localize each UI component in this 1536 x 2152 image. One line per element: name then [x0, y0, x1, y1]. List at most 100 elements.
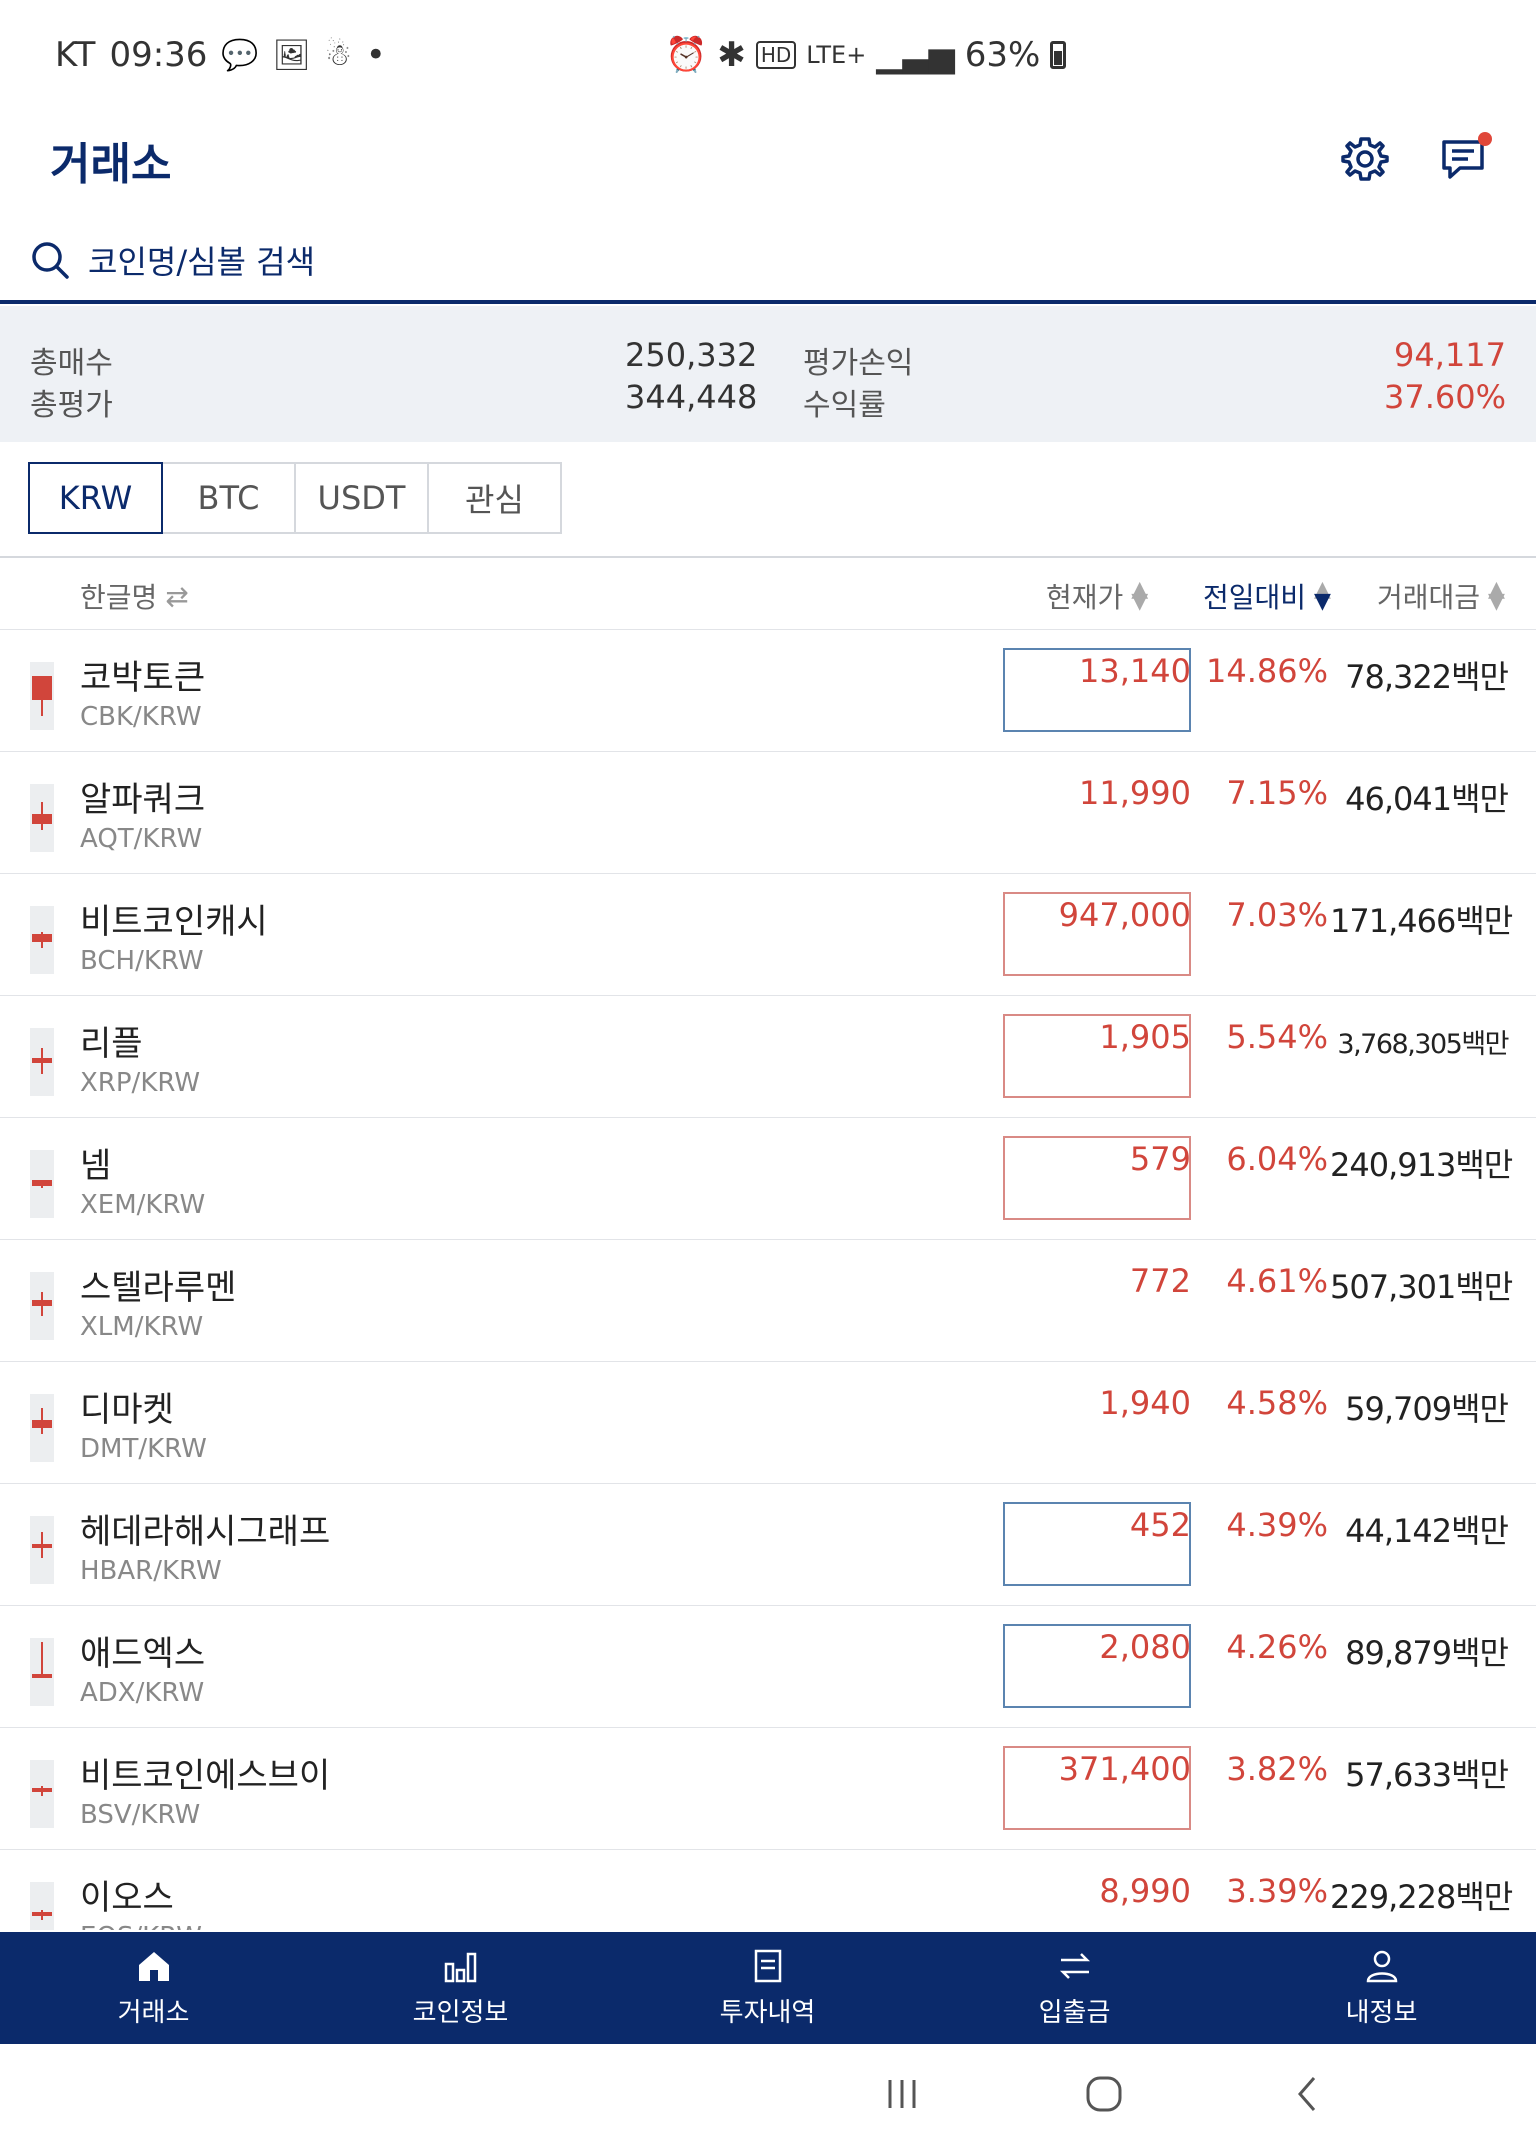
coin-row[interactable]: 스텔라루멘 XLM/KRW 772 4.61% 507,301백만 — [0, 1240, 1536, 1362]
coin-name: 코박토큰 — [80, 658, 206, 698]
mini-candle-icon — [30, 1272, 54, 1340]
coin-row[interactable]: 알파쿼크 AQT/KRW 11,990 7.15% 46,041백만 — [0, 752, 1536, 874]
search-input[interactable]: 코인명/심볼 검색 — [88, 237, 315, 283]
trade-volume: 89,879백만 — [1345, 1634, 1509, 1672]
coin-row[interactable]: 디마켓 DMT/KRW 1,940 4.58% 59,709백만 — [0, 1362, 1536, 1484]
change-rate: 7.15% — [1226, 774, 1328, 812]
mini-candle-icon — [30, 1882, 54, 1930]
change-rate: 5.54% — [1226, 1018, 1328, 1056]
mini-candle-icon — [30, 1394, 54, 1462]
nav-investments-label: 투자내역 — [719, 1997, 816, 2028]
recent-apps-icon[interactable] — [882, 2074, 922, 2114]
coin-row[interactable]: 이오스 EOS/KRW 8,990 3.39%229,228백만 — [0, 1850, 1536, 1930]
nav-deposit-withdraw[interactable]: 입출금 — [921, 1932, 1228, 2044]
nav-exchange[interactable]: 거래소 — [0, 1932, 307, 2044]
transfer-icon — [1059, 1952, 1090, 1979]
current-price: 947,000 — [1058, 896, 1191, 934]
mini-candle-icon — [30, 784, 54, 852]
page-title: 거래소 — [50, 139, 172, 190]
battery-percent: 63% — [964, 35, 1041, 75]
coin-symbol: XEM/KRW — [80, 1190, 206, 1220]
coin-name: 헤데라해시그래프 — [80, 1512, 331, 1552]
mini-candle-icon — [30, 1516, 54, 1584]
coin-symbol: ADX/KRW — [80, 1678, 205, 1708]
sort-by-volume[interactable]: 거래대금 ▲ ▼ — [1377, 576, 1505, 616]
tab-usdt[interactable]: USDT — [294, 462, 429, 534]
volume-column-label: 거래대금 — [1377, 581, 1481, 614]
sort-by-name[interactable]: 한글명 ⇄ — [80, 576, 189, 616]
coin-symbol: HBAR/KRW — [80, 1556, 222, 1586]
search-bar[interactable]: 코인명/심볼 검색 — [0, 220, 1536, 304]
nav-exchange-label: 거래소 — [117, 1997, 190, 2028]
market-tabs: KRW BTC USDT 관심 — [28, 462, 562, 534]
coin-symbol: BCH/KRW — [80, 946, 204, 976]
return-label: 수익률 — [803, 388, 886, 423]
nav-deposit-withdraw-label: 입출금 — [1038, 1997, 1111, 2028]
change-rate: 6.04% — [1226, 1140, 1328, 1178]
messages-button[interactable] — [1438, 132, 1492, 184]
nav-my-info[interactable]: 내정보 — [1228, 1932, 1535, 2044]
coin-row[interactable]: 애드엑스 ADX/KRW 2,080 4.26% 89,879백만 — [0, 1606, 1536, 1728]
nav-my-info-label: 내정보 — [1345, 1997, 1418, 2028]
bar-chart-icon — [444, 1952, 476, 1982]
coin-name: 애드엑스 — [80, 1634, 206, 1674]
search-icon — [32, 242, 69, 279]
coin-row[interactable]: 비트코인에스브이 BSV/KRW 371,400 3.82% 57,633백만 — [0, 1728, 1536, 1850]
total-buy-label: 총매수 — [30, 346, 113, 381]
coin-row[interactable]: 리플 XRP/KRW 1,905 5.54% 3,768,305백만 — [0, 996, 1536, 1118]
tab-krw[interactable]: KRW — [28, 462, 163, 534]
candle-body — [32, 1058, 52, 1063]
coin-row[interactable]: 코박토큰 CBK/KRW 13,140 14.86% 78,322백만 — [0, 630, 1536, 752]
change-rate: 7.03% — [1226, 896, 1328, 934]
trade-volume: 507,301백만 — [1330, 1268, 1513, 1306]
coin-symbol: XRP/KRW — [80, 1068, 201, 1098]
sort-by-price[interactable]: 현재가 ▲ ▼ — [1046, 576, 1148, 616]
return-value: 37.60% — [1383, 378, 1506, 416]
settings-button[interactable] — [1340, 134, 1390, 184]
carrier-label: KT — [55, 35, 96, 75]
current-price: 772 — [1129, 1262, 1191, 1300]
price-column-label: 현재가 — [1046, 581, 1124, 614]
current-price: 2,080 — [1099, 1628, 1191, 1666]
home-button-icon[interactable] — [1084, 2074, 1124, 2114]
tab-btc[interactable]: BTC — [161, 462, 296, 534]
mini-candle-icon — [30, 1760, 54, 1828]
coin-list: 코박토큰 CBK/KRW 13,140 14.86% 78,322백만 알파쿼크 AQT/K… — [0, 630, 1536, 1930]
mini-candle-icon — [30, 1638, 54, 1706]
trade-volume: 46,041백만 — [1345, 780, 1509, 818]
trade-volume: 57,633백만 — [1345, 1756, 1509, 1794]
tab-favorites[interactable]: 관심 — [427, 462, 562, 534]
bluetooth-icon: ✱ — [717, 35, 746, 75]
coin-row[interactable]: 비트코인캐시 BCH/KRW 947,000 7.03% 171,466백만 — [0, 874, 1536, 996]
coin-symbol: AQT/KRW — [80, 824, 203, 854]
back-icon[interactable] — [1288, 2074, 1328, 2114]
sort-desc-icon: ▲ ▼ — [1314, 577, 1331, 614]
trade-volume: 3,768,305백만 — [1337, 1029, 1509, 1060]
coin-row[interactable]: 헤데라해시그래프 HBAR/KRW 452 4.39% 44,142백만 — [0, 1484, 1536, 1606]
status-bar: KT 09:36 💬 🖼 ☃ • ⏰ ✱ HD LTE+ ▁▃▅ 63% — [0, 0, 1536, 110]
coin-name: 리플 — [80, 1024, 143, 1064]
nav-investments[interactable]: 투자내역 — [614, 1932, 921, 2044]
change-rate: 4.58% — [1226, 1384, 1328, 1422]
coin-name: 넴 — [80, 1146, 112, 1186]
coin-name: 비트코인에스브이 — [80, 1756, 331, 1796]
app-header: 거래소 — [0, 110, 1536, 210]
trade-volume: 59,709백만 — [1345, 1390, 1509, 1428]
mini-candle-icon — [30, 1028, 54, 1096]
current-price: 1,905 — [1099, 1018, 1191, 1056]
change-rate: 4.26% — [1226, 1628, 1328, 1666]
candle-body — [32, 1912, 52, 1916]
total-buy-value: 250,332 — [625, 336, 758, 374]
sort-by-change[interactable]: 전일대비 ▲ ▼ — [1203, 576, 1331, 616]
nav-coin-info[interactable]: 코인정보 — [307, 1932, 614, 2044]
sort-icon: ▲ ▼ — [1488, 577, 1505, 614]
change-rate: 3.82% — [1226, 1750, 1328, 1788]
nav-coin-info-label: 코인정보 — [412, 1997, 509, 2028]
hd-voice-icon: HD — [755, 41, 797, 69]
network-type: LTE+ — [806, 41, 867, 69]
coin-row[interactable]: 넴 XEM/KRW 579 6.04% 240,913백만 — [0, 1118, 1536, 1240]
candle-body — [32, 1544, 52, 1548]
sort-icon: ▲ ▼ — [1131, 577, 1149, 614]
system-nav-bar — [0, 2044, 1536, 2152]
bottom-nav: 거래소 코인정보 투자내역 입출금 내정보 — [0, 1932, 1536, 2044]
